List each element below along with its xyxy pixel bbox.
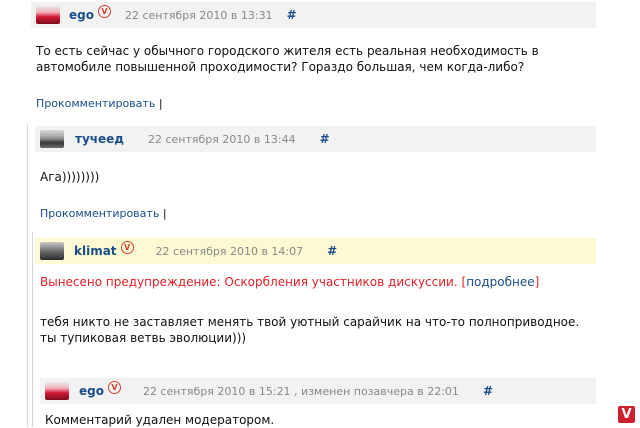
- comment-permalink[interactable]: #: [327, 244, 337, 258]
- reply-separator: |: [162, 207, 167, 220]
- verified-badge-icon: V: [120, 240, 134, 254]
- warning-bracket-close: ]: [534, 275, 540, 289]
- comment-permalink[interactable]: #: [483, 384, 493, 398]
- comment-author[interactable]: тучеед: [75, 132, 124, 146]
- avatar[interactable]: [36, 6, 60, 24]
- comment-permalink[interactable]: #: [287, 8, 297, 22]
- comment-text: тебя никто не заставляет менять твой уют…: [40, 315, 580, 345]
- comment-header: klimat V 22 сентября 2010 в 14:07 #: [35, 238, 596, 264]
- warning-details-link[interactable]: подробнее: [466, 275, 534, 289]
- comment-author[interactable]: ego: [79, 384, 104, 398]
- comment: ego V 22 сентября 2010 в 13:31 # То есть…: [31, 2, 596, 112]
- comment-date: 22 сентября 2010 в 13:44: [147, 132, 296, 146]
- comment: klimat V 22 сентября 2010 в 14:07 # Выне…: [35, 238, 596, 368]
- comment-text: Ага)))))))): [40, 170, 100, 184]
- comment-header: ego V 22 сентября 2010 в 15:21 , изменен…: [40, 378, 596, 404]
- comment-date: 22 сентября 2010 в 14:07: [155, 244, 304, 258]
- moderation-warning: Вынесено предупреждение: Оскорбления уча…: [40, 275, 539, 289]
- reply-link[interactable]: Прокомментировать: [40, 207, 159, 220]
- thread-indent-line: [32, 232, 33, 427]
- comment-author[interactable]: klimat: [74, 244, 117, 258]
- reply-action: Прокомментировать |: [36, 97, 163, 110]
- reply-action: Прокомментировать |: [40, 207, 167, 220]
- warning-text: Вынесено предупреждение: Оскорбления уча…: [40, 275, 458, 289]
- comment-header: ego V 22 сентября 2010 в 13:31 #: [31, 2, 596, 28]
- verified-badge-icon: V: [97, 4, 111, 18]
- avatar[interactable]: [40, 130, 64, 148]
- comment-date: 22 сентября 2010 в 13:31: [124, 8, 273, 22]
- comment-text: То есть сейчас у обычного городского жит…: [36, 44, 539, 74]
- avatar[interactable]: [45, 382, 69, 400]
- comment-date: 22 сентября 2010 в 15:21 , изменен позав…: [142, 384, 459, 398]
- comment-text: Комментарий удален модератором.: [45, 413, 275, 427]
- comment: ego V 22 сентября 2010 в 15:21 , изменен…: [40, 378, 596, 427]
- site-logo-icon[interactable]: V: [618, 406, 635, 423]
- avatar[interactable]: [40, 242, 64, 260]
- comment: тучеед 22 сентября 2010 в 13:44 # Ага)))…: [35, 126, 596, 226]
- thread-indent-line: [27, 124, 28, 427]
- verified-badge-icon: V: [107, 380, 121, 394]
- comment-header: тучеед 22 сентября 2010 в 13:44 #: [35, 126, 596, 152]
- reply-link[interactable]: Прокомментировать: [36, 97, 155, 110]
- reply-separator: |: [158, 97, 163, 110]
- comment-permalink[interactable]: #: [320, 132, 330, 146]
- comment-author[interactable]: ego: [69, 8, 94, 22]
